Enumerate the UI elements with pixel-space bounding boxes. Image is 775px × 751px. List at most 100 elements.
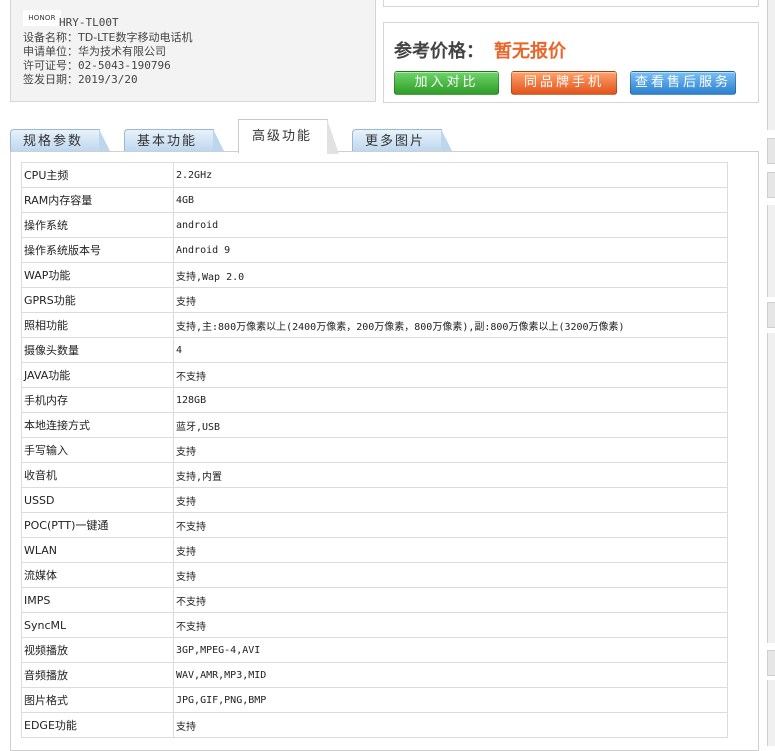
license-label: 许可证号： xyxy=(23,59,78,72)
spec-key: RAM内存容量 xyxy=(21,187,174,213)
table-row: 手写输入 支持 xyxy=(21,437,728,463)
table-row: GPRS功能 支持 xyxy=(21,287,728,313)
spec-content: CPU主频 2.2GHz RAM内存容量 4GB 操作系统 android 操作系统版本号 A… xyxy=(10,151,759,751)
spec-value: Android 9 xyxy=(173,237,728,263)
right-edge-panel xyxy=(767,205,775,297)
spec-value: 蓝牙,USB xyxy=(173,412,728,438)
spec-table: CPU主频 2.2GHz RAM内存容量 4GB 操作系统 android 操作系统版本号 A… xyxy=(21,162,728,738)
table-row: 摄像头数量 4 xyxy=(21,337,728,363)
spec-key: 手机内存 xyxy=(21,387,174,413)
spec-value: 4 xyxy=(173,337,728,363)
spec-value: JPG,GIF,PNG,BMP xyxy=(173,687,728,713)
table-row: USSD 支持 xyxy=(21,487,728,513)
top-strip xyxy=(383,0,759,7)
spec-key: WLAN xyxy=(21,537,174,563)
table-row: WLAN 支持 xyxy=(21,537,728,563)
table-row: 手机内存 128GB xyxy=(21,387,728,413)
spec-value: 128GB xyxy=(173,387,728,413)
issue-date-label: 签发日期： xyxy=(23,73,78,86)
side-tab[interactable] xyxy=(767,650,775,676)
spec-value: 不支持 xyxy=(173,512,728,538)
spec-value: 支持 xyxy=(173,437,728,463)
spec-value: 不支持 xyxy=(173,612,728,638)
applicant-row: 申请单位：华为技术有限公司 xyxy=(23,45,192,59)
spec-value: 2.2GHz xyxy=(173,162,728,188)
applicant-value: 华为技术有限公司 xyxy=(78,45,166,58)
price-panel: 参考价格： 暂无报价 加入对比 同品牌手机 查看售后服务 xyxy=(383,22,759,103)
table-row: 视频播放 3GP,MPEG-4,AVI xyxy=(21,637,728,663)
price-value: 暂无报价 xyxy=(494,41,566,62)
table-row: POC(PTT)一键通 不支持 xyxy=(21,512,728,538)
tab-spec-params[interactable]: 规格参数 xyxy=(10,129,111,153)
price-label: 参考价格： xyxy=(394,41,484,62)
applicant-label: 申请单位： xyxy=(23,45,78,58)
spec-value: 支持 xyxy=(173,712,728,738)
table-row: 本地连接方式 蓝牙,USB xyxy=(21,412,728,438)
spec-key: EDGE功能 xyxy=(21,712,174,738)
after-sales-button[interactable]: 查看售后服务 xyxy=(630,71,736,95)
table-row: EDGE功能 支持 xyxy=(21,712,728,738)
spec-tabs: 规格参数 基本功能 高级功能 更多图片 xyxy=(10,119,759,154)
side-tab[interactable] xyxy=(767,172,775,198)
table-row: WAP功能 支持,Wap 2.0 xyxy=(21,262,728,288)
device-info-panel: HONOR HRY-TL00T 设备名称：TD-LTE数字移动电话机 申请单位：… xyxy=(10,0,376,102)
spec-value: 支持 xyxy=(173,287,728,313)
table-row: 收音机 支持,内置 xyxy=(21,462,728,488)
spec-key: GPRS功能 xyxy=(21,287,174,313)
table-row: IMPS 不支持 xyxy=(21,587,728,613)
device-name-row: 设备名称：TD-LTE数字移动电话机 xyxy=(23,31,192,45)
tab-more-images[interactable]: 更多图片 xyxy=(352,129,453,153)
table-row: CPU主频 2.2GHz xyxy=(21,162,728,188)
table-row: RAM内存容量 4GB xyxy=(21,187,728,213)
spec-value: 支持 xyxy=(173,487,728,513)
table-row: 操作系统版本号 Android 9 xyxy=(21,237,728,263)
brand-logo: HONOR xyxy=(23,10,61,26)
spec-value: 支持,内置 xyxy=(173,462,728,488)
spec-value: 支持 xyxy=(173,562,728,588)
tab-basic-functions[interactable]: 基本功能 xyxy=(124,129,225,153)
spec-key: 摄像头数量 xyxy=(21,337,174,363)
table-row: SyncML 不支持 xyxy=(21,612,728,638)
table-row: 图片格式 JPG,GIF,PNG,BMP xyxy=(21,687,728,713)
spec-key: 操作系统 xyxy=(21,212,174,238)
license-row: 许可证号：02-5043-190796 xyxy=(23,59,192,73)
spec-key: POC(PTT)一键通 xyxy=(21,512,174,538)
spec-value: 不支持 xyxy=(173,362,728,388)
right-edge-panel xyxy=(767,333,775,643)
device-model: HRY-TL00T xyxy=(59,16,119,29)
device-info-list: 设备名称：TD-LTE数字移动电话机 申请单位：华为技术有限公司 许可证号：02… xyxy=(23,31,192,87)
spec-value: 支持 xyxy=(173,537,728,563)
side-tab[interactable] xyxy=(767,138,775,164)
same-brand-button[interactable]: 同品牌手机 xyxy=(511,71,617,95)
spec-value: WAV,AMR,MP3,MID xyxy=(173,662,728,688)
tab-advanced-functions[interactable]: 高级功能 xyxy=(238,119,339,154)
spec-value: 4GB xyxy=(173,187,728,213)
spec-key: 图片格式 xyxy=(21,687,174,713)
spec-key: IMPS xyxy=(21,587,174,613)
spec-key: USSD xyxy=(21,487,174,513)
spec-value: 不支持 xyxy=(173,587,728,613)
spec-key: 手写输入 xyxy=(21,437,174,463)
issue-date-row: 签发日期：2019/3/20 xyxy=(23,73,192,87)
license-value: 02-5043-190796 xyxy=(78,59,171,72)
spec-key: 操作系统版本号 xyxy=(21,237,174,263)
spec-key: 视频播放 xyxy=(21,637,174,663)
spec-key: 照相功能 xyxy=(21,312,174,338)
add-compare-button[interactable]: 加入对比 xyxy=(394,71,499,95)
table-row: 操作系统 android xyxy=(21,212,728,238)
spec-value: 支持,主:800万像素以上(2400万像素，200万像素，800万像素),副:8… xyxy=(173,312,728,338)
right-edge-panel xyxy=(767,0,775,130)
spec-key: SyncML xyxy=(21,612,174,638)
spec-key: CPU主频 xyxy=(21,162,174,188)
spec-value: android xyxy=(173,212,728,238)
table-row: 流媒体 支持 xyxy=(21,562,728,588)
device-name-value: TD-LTE数字移动电话机 xyxy=(78,31,193,44)
side-tab[interactable] xyxy=(767,302,775,328)
spec-key: JAVA功能 xyxy=(21,362,174,388)
issue-date-value: 2019/3/20 xyxy=(78,73,138,86)
device-name-label: 设备名称： xyxy=(23,31,78,44)
spec-key: 音频播放 xyxy=(21,662,174,688)
spec-table-body: CPU主频 2.2GHz RAM内存容量 4GB 操作系统 android 操作系统版本号 A… xyxy=(21,162,728,738)
spec-key: 本地连接方式 xyxy=(21,412,174,438)
table-row: JAVA功能 不支持 xyxy=(21,362,728,388)
